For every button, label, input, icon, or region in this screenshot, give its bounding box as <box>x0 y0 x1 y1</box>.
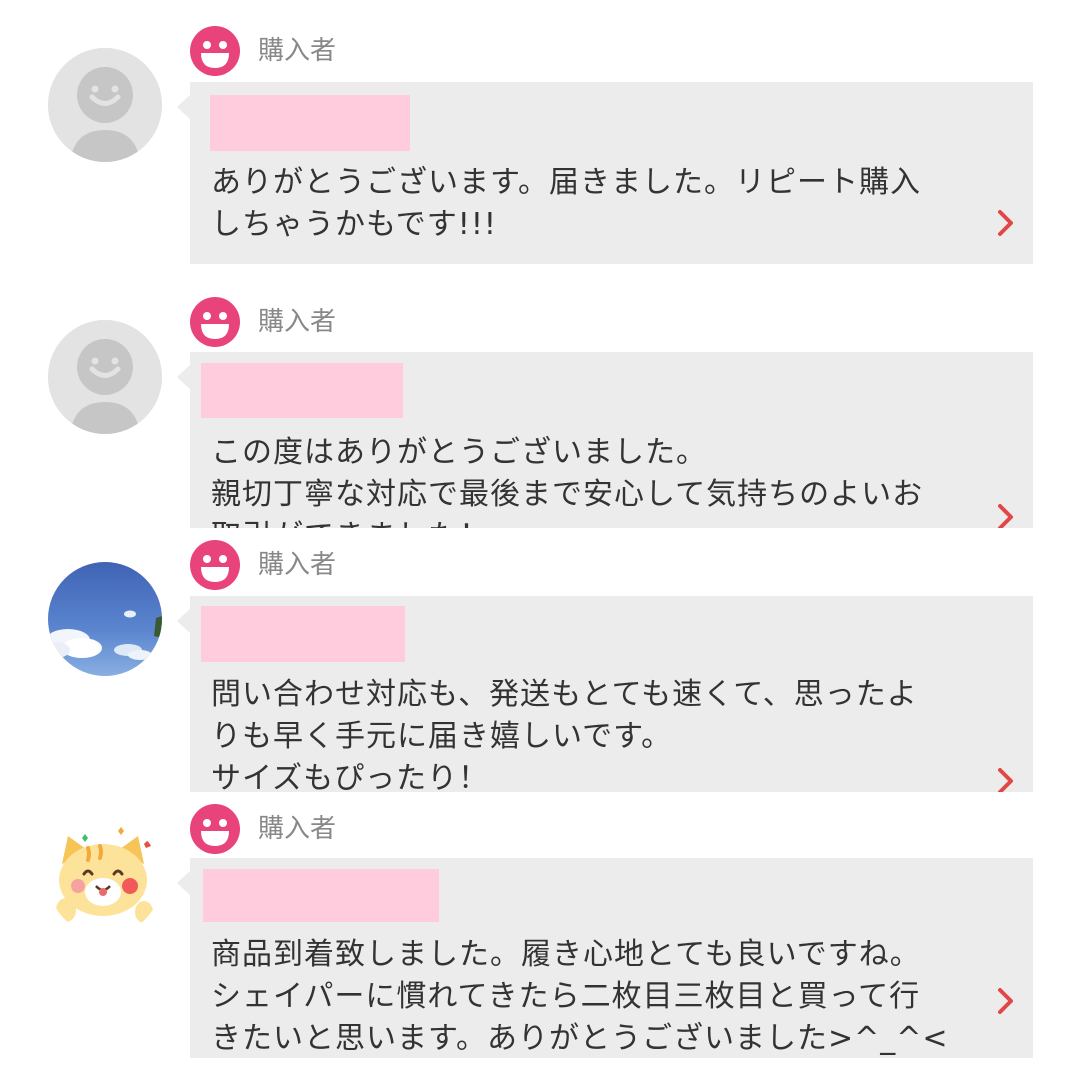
review-message: ありがとうございます。届きました。リピート購入 しちゃうかもです!!! <box>211 165 921 242</box>
review-list-screen: { "reviews": [ { "role": "購入者", "avatar_… <box>0 0 1080 1080</box>
redacted-username <box>201 606 405 662</box>
smile-icon <box>190 540 240 590</box>
default-avatar-icon[interactable] <box>48 320 162 434</box>
chevron-right-icon[interactable] <box>995 502 1017 528</box>
bubble-tail <box>177 608 191 634</box>
chevron-right-icon[interactable] <box>995 766 1017 792</box>
chevron-right-icon[interactable] <box>995 208 1017 238</box>
reviewer-role-label: 購入者 <box>258 814 337 844</box>
review-message: 商品到着致しました。履き心地とても良いですね。 シェイパーに慣れてきたら二枚目三… <box>211 937 949 1056</box>
redacted-username <box>210 95 410 151</box>
sky-photo-avatar[interactable] <box>48 562 162 676</box>
review-bubble[interactable]: ありがとうございます。届きました。リピート購入 しちゃうかもです!!! <box>190 82 1033 264</box>
review-bubble[interactable]: 商品到着致しました。履き心地とても良いですね。 シェイパーに慣れてきたら二枚目三… <box>190 858 1033 1058</box>
smile-icon <box>190 26 240 76</box>
review-message: この度はありがとうございました。 親切丁寧な対応で最後まで安心して気持ちのよいお… <box>211 435 924 528</box>
bubble-tail <box>177 870 191 896</box>
redacted-username <box>203 869 439 922</box>
reviewer-role-label: 購入者 <box>258 36 337 66</box>
reviewer-role-label: 購入者 <box>258 550 337 580</box>
smile-icon <box>190 804 240 854</box>
redacted-username <box>201 363 403 418</box>
default-avatar-icon[interactable] <box>48 48 162 162</box>
reviewer-role-label: 購入者 <box>258 307 337 337</box>
cat-sticker-avatar[interactable] <box>48 822 162 936</box>
review-bubble[interactable]: この度はありがとうございました。 親切丁寧な対応で最後まで安心して気持ちのよいお… <box>190 352 1033 528</box>
chevron-right-icon[interactable] <box>995 986 1017 1016</box>
review-bubble[interactable]: 問い合わせ対応も、発送もとても速くて、思ったよ りも早く手元に届き嬉しいです。 … <box>190 596 1033 792</box>
smile-icon <box>190 297 240 347</box>
review-message: 問い合わせ対応も、発送もとても速くて、思ったよ りも早く手元に届き嬉しいです。 … <box>211 677 918 792</box>
bubble-tail <box>177 364 191 390</box>
bubble-tail <box>177 94 191 120</box>
